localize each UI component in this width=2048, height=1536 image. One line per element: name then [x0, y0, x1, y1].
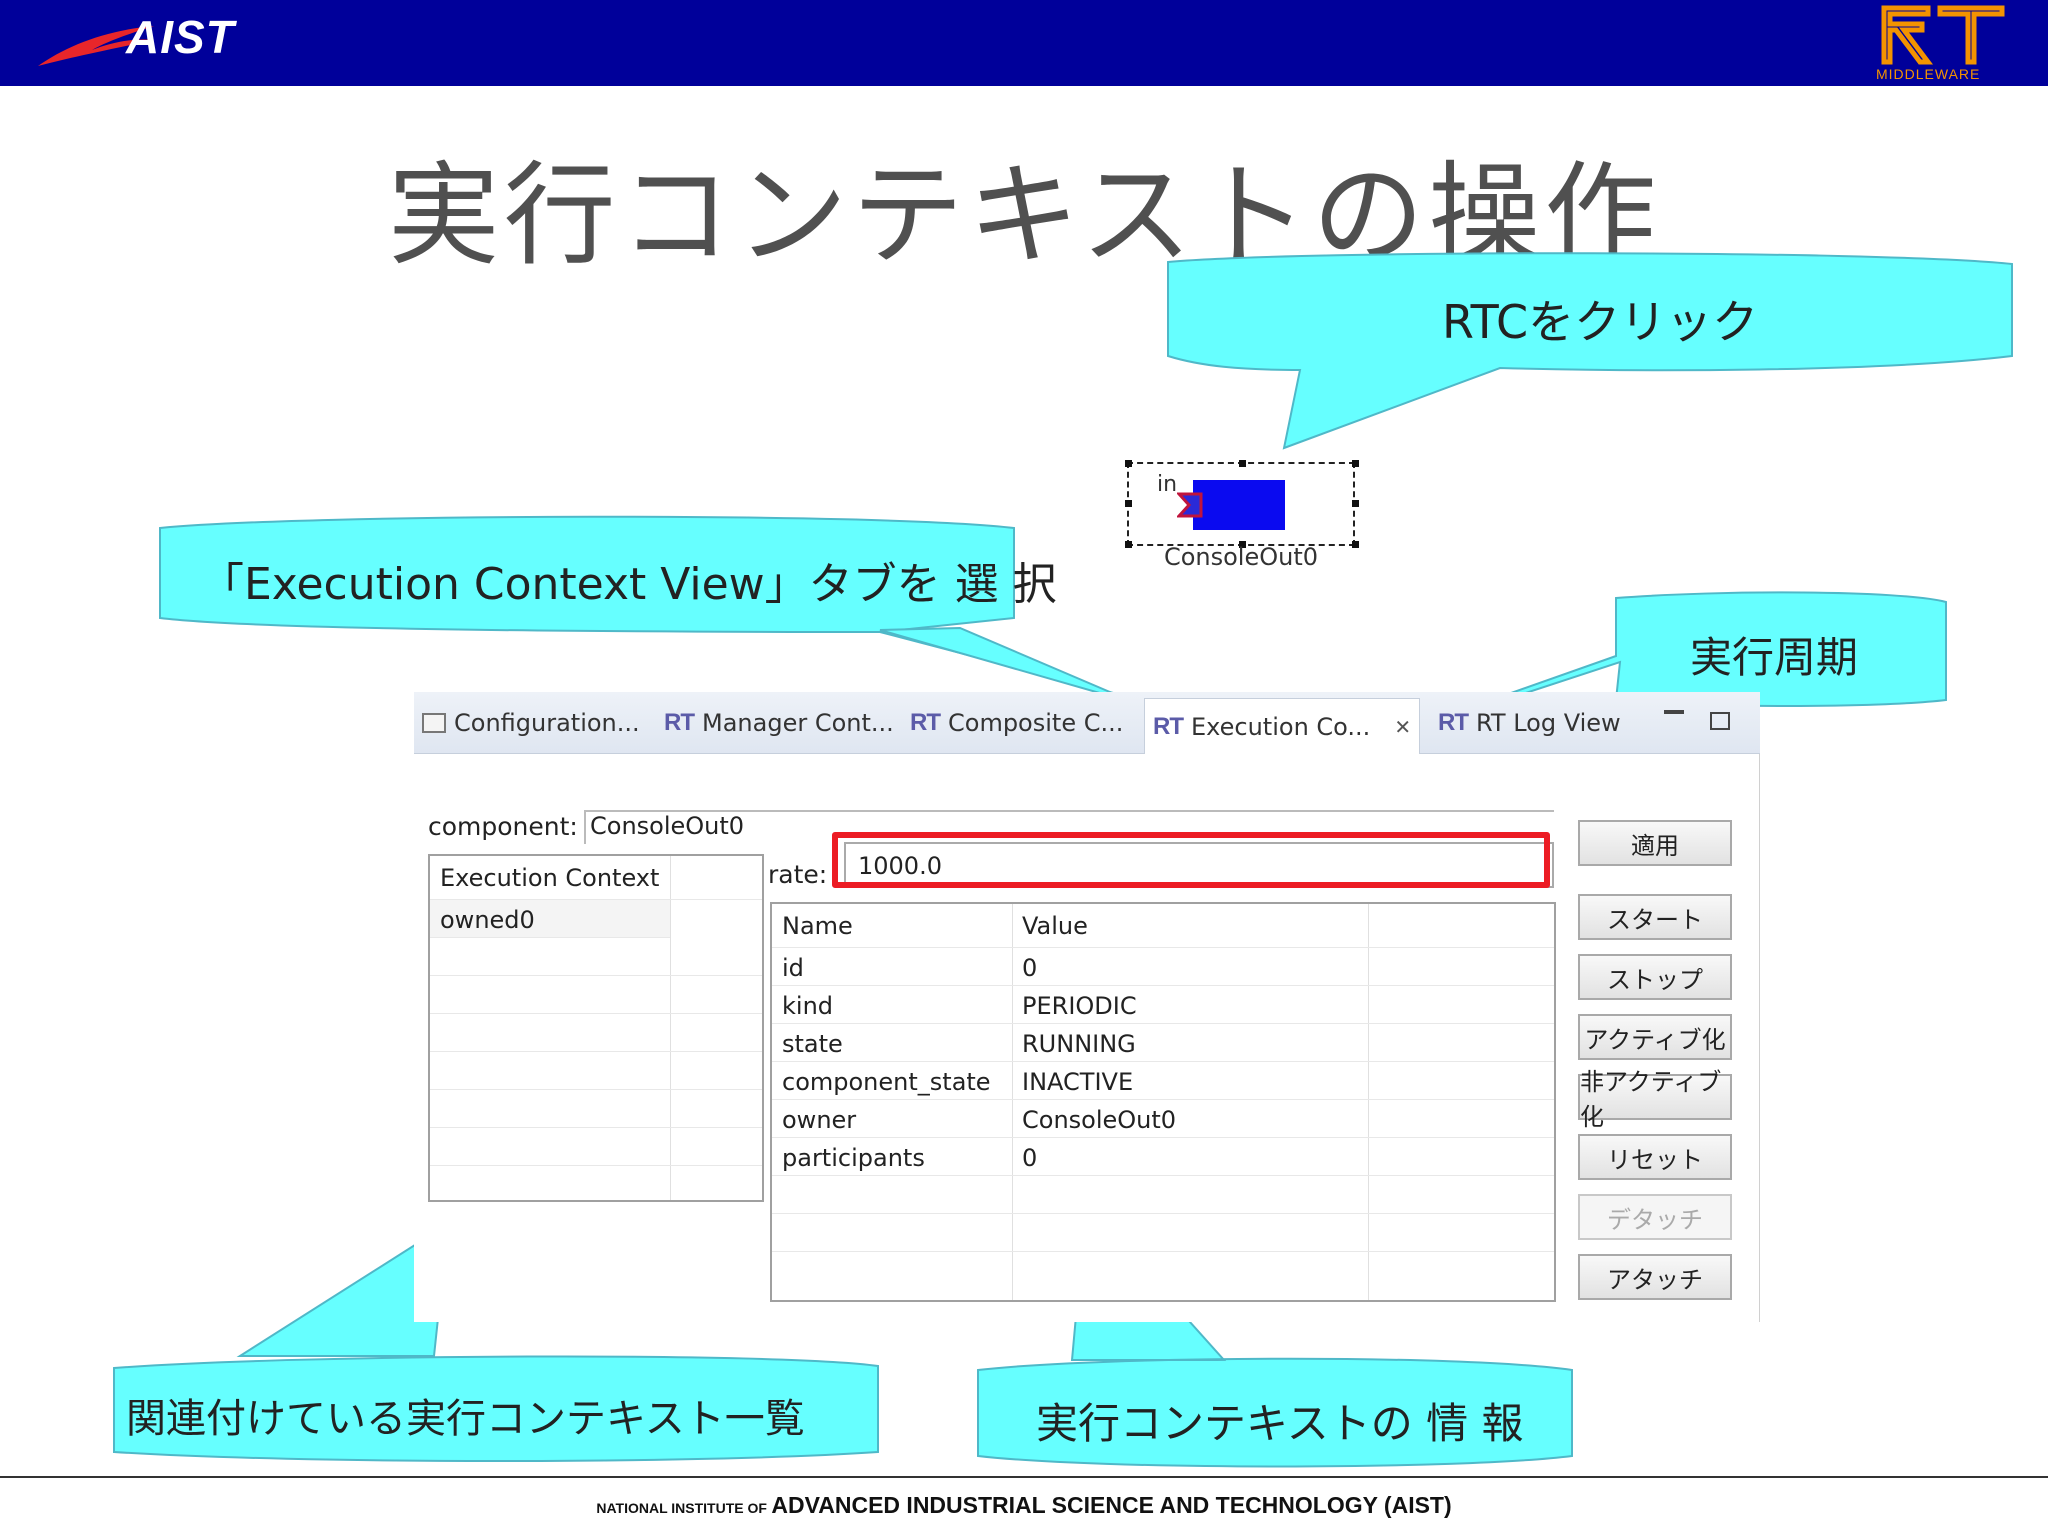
footer-prefix: NATIONAL INSTITUTE OF [596, 1500, 767, 1516]
property-value: 0 [1022, 954, 1038, 982]
list-item-empty [430, 938, 762, 976]
tab-label: Manager Cont... [702, 709, 894, 737]
selection-handle[interactable] [1125, 460, 1132, 467]
callout-click-rtc: RTCをクリック [1442, 295, 1759, 349]
callout-ec-list: 関連付けている実行コンテキスト一覧 [126, 1396, 805, 1442]
selection-handle[interactable] [1352, 460, 1359, 467]
property-value: ConsoleOut0 [1022, 1106, 1177, 1134]
rt-icon: RT [910, 709, 941, 736]
table-row[interactable]: state RUNNING [772, 1024, 1554, 1062]
tab-label: RT Log View [1476, 709, 1621, 737]
activate-button[interactable]: アクティブ化 [1578, 1014, 1732, 1060]
table-row[interactable]: participants 0 [772, 1138, 1554, 1176]
property-value: RUNNING [1022, 1030, 1136, 1058]
start-button[interactable]: スタート [1578, 894, 1732, 940]
property-name: owner [782, 1106, 857, 1134]
footer-main: ADVANCED INDUSTRIAL SCIENCE AND TECHNOLO… [771, 1492, 1452, 1518]
column-header-value: Value [1022, 912, 1088, 940]
component-label: component: [428, 812, 578, 841]
footer: NATIONAL INSTITUTE OF ADVANCED INDUSTRIA… [0, 1492, 2048, 1519]
maximize-icon[interactable] [1710, 712, 1730, 730]
tab-execution-context[interactable]: RT Execution Co... ✕ [1144, 698, 1421, 754]
table-row[interactable]: id 0 [772, 948, 1554, 986]
list-item-empty [430, 1090, 762, 1128]
apply-button[interactable]: 適用 [1578, 820, 1732, 866]
rate-highlight-box [832, 832, 1550, 888]
table-row[interactable]: kind PERIODIC [772, 986, 1554, 1024]
table-row[interactable]: owner ConsoleOut0 [772, 1100, 1554, 1138]
deactivate-button[interactable]: 非アクティブ化 [1578, 1068, 1732, 1131]
footer-divider [0, 1476, 2048, 1478]
tab-manager-control[interactable]: RT Manager Cont... [664, 704, 894, 742]
rt-icon: RT [664, 709, 695, 736]
selection-handle[interactable] [1352, 541, 1359, 548]
close-icon[interactable]: ✕ [1394, 715, 1411, 739]
column-header-name: Name [782, 912, 853, 940]
column-header: Execution Context [440, 864, 660, 892]
attach-button[interactable]: アタッチ [1578, 1254, 1732, 1300]
stop-button[interactable]: ストップ [1578, 954, 1732, 1000]
rt-icon: RT [1438, 709, 1469, 736]
port-label: in [1157, 472, 1178, 497]
tab-rt-log-view[interactable]: RT RT Log View [1438, 704, 1621, 742]
rtc-component-consoleout0[interactable]: in [1125, 460, 1359, 548]
reset-button[interactable]: リセット [1578, 1134, 1732, 1180]
tab-composite-component[interactable]: RT Composite C... [910, 704, 1123, 742]
selection-handle[interactable] [1125, 500, 1132, 507]
property-name: state [782, 1030, 843, 1058]
list-item-empty [430, 1052, 762, 1090]
property-name: participants [782, 1144, 925, 1172]
table-header: Name Value [772, 904, 1554, 948]
execution-context-view: Configuration... RT Manager Cont... RT C… [414, 692, 1760, 1322]
property-value: INACTIVE [1022, 1068, 1134, 1096]
callout-period: 実行周期 [1690, 633, 1859, 682]
selection-handle[interactable] [1352, 500, 1359, 507]
list-item-label: owned0 [440, 906, 535, 934]
table-row-empty [772, 1214, 1554, 1252]
tab-label: Composite C... [948, 709, 1124, 737]
rate-label: rate: [768, 860, 828, 889]
inport-icon[interactable] [1177, 492, 1203, 518]
execution-context-list[interactable]: Execution Context owned0 [428, 854, 764, 1202]
property-name: component_state [782, 1068, 991, 1096]
tab-configuration[interactable]: Configuration... [422, 704, 640, 742]
detach-button[interactable]: デタッチ [1578, 1194, 1732, 1240]
execution-context-properties-table[interactable]: Name Value id 0 kind PERIODIC state RUNN… [770, 902, 1556, 1302]
list-item-empty [430, 1128, 762, 1166]
property-value: PERIODIC [1022, 992, 1137, 1020]
config-icon [422, 713, 446, 733]
view-tab-bar: Configuration... RT Manager Cont... RT C… [414, 692, 1760, 754]
property-value: 0 [1022, 1144, 1038, 1172]
list-item-empty [430, 976, 762, 1014]
minimize-icon[interactable] [1664, 710, 1684, 714]
rt-icon: RT [1153, 712, 1184, 740]
table-row-empty [772, 1176, 1554, 1214]
property-name: id [782, 954, 804, 982]
tab-label: Execution Co... [1191, 712, 1371, 741]
rtc-name: ConsoleOut0 [1163, 543, 1319, 571]
callout-ec-info: 実行コンテキストの 情 報 [1036, 1399, 1524, 1448]
list-header: Execution Context [430, 856, 762, 900]
property-name: kind [782, 992, 834, 1020]
rtc-body[interactable] [1193, 480, 1285, 530]
callout-select-tab: 「Execution Context View」タブを 選 択 [200, 559, 1057, 610]
tab-label: Configuration... [454, 709, 640, 737]
selection-handle[interactable] [1239, 460, 1246, 467]
list-item[interactable]: owned0 [430, 900, 670, 938]
list-item-empty [430, 1014, 762, 1052]
table-row[interactable]: component_state INACTIVE [772, 1062, 1554, 1100]
